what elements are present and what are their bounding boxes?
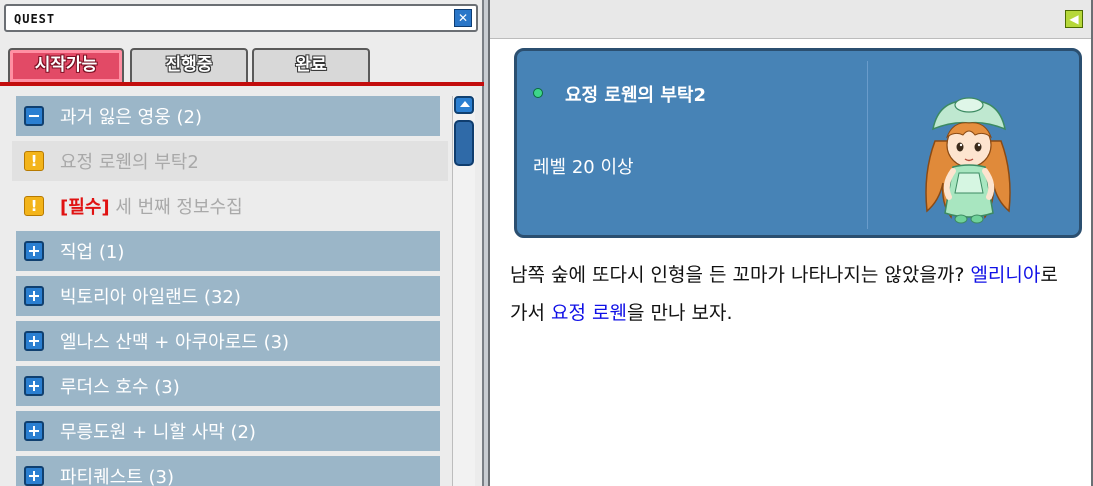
status-dot-icon <box>533 88 543 98</box>
collapse-icon[interactable] <box>24 106 44 126</box>
tab-underline <box>0 82 484 86</box>
description-text: 남쪽 숲에 또다시 인형을 든 꼬마가 나타나지는 않았을까? <box>510 264 971 286</box>
quest-window-titlebar[interactable]: QUEST ✕ <box>4 4 478 32</box>
expand-icon[interactable] <box>24 421 44 441</box>
category-label: 파티퀘스트 (3) <box>60 467 175 486</box>
quest-description: 남쪽 숲에 또다시 인형을 든 꼬마가 나타나지는 않았을까? 엘리니아로 가서… <box>510 256 1070 332</box>
tab-in-progress[interactable]: 진행중 <box>130 48 248 82</box>
scroll-up-icon[interactable] <box>454 96 474 114</box>
quest-detail-window: ◀ 요정 로웬의 부탁2 레벨 20 이상 남쪽 숲에 또다시 인형을 든 꼬마… <box>488 0 1093 486</box>
category-label: 과거 잃은 영웅 (2) <box>60 107 203 128</box>
category-label: 루더스 호수 (3) <box>60 377 180 398</box>
place-link[interactable]: 엘리니아 <box>970 264 1040 286</box>
detail-titlebar[interactable]: ◀ <box>490 0 1091 39</box>
category-row[interactable]: 엘나스 산맥 + 아쿠아로드 (3) <box>16 321 440 361</box>
expand-icon[interactable] <box>24 286 44 306</box>
tab-available[interactable]: 시작가능 <box>8 48 124 82</box>
category-row[interactable]: 직업 (1) <box>16 231 440 271</box>
quest-name: 세 번째 정보수집 <box>115 197 243 218</box>
exclamation-icon: ! <box>24 151 44 171</box>
category-row[interactable]: 빅토리아 아일랜드 (32) <box>16 276 440 316</box>
tab-completed[interactable]: 완료 <box>252 48 370 82</box>
category-row[interactable]: 무릉도원 + 니할 사막 (2) <box>16 411 440 451</box>
quest-row[interactable]: ! [필수] 세 번째 정보수집 <box>12 186 448 226</box>
quest-info-card: 요정 로웬의 부탁2 레벨 20 이상 <box>514 48 1082 238</box>
category-label: 엘나스 산맥 + 아쿠아로드 (3) <box>60 332 290 353</box>
category-label: 빅토리아 아일랜드 (32) <box>60 287 241 308</box>
close-icon[interactable]: ✕ <box>454 9 472 27</box>
category-label: 무릉도원 + 니할 사막 (2) <box>60 422 256 443</box>
quest-title: 요정 로웬의 부탁2 <box>565 85 706 106</box>
quest-label: 요정 로웬의 부탁2 <box>60 152 199 173</box>
quest-row-selected[interactable]: ! 요정 로웬의 부탁2 <box>12 141 448 181</box>
level-requirement: 레벨 20 이상 <box>533 157 634 178</box>
category-row[interactable]: 루더스 호수 (3) <box>16 366 440 406</box>
expand-icon[interactable] <box>24 241 44 261</box>
quest-list: 과거 잃은 영웅 (2) ! 요정 로웬의 부탁2 ! [필수] 세 번째 정보… <box>8 96 448 486</box>
exclamation-icon: ! <box>24 196 44 216</box>
quest-tabs: 시작가능 진행중 완료 <box>8 48 480 84</box>
expand-icon[interactable] <box>24 376 44 396</box>
window-title: QUEST <box>14 12 56 26</box>
card-divider <box>867 61 868 229</box>
expand-icon[interactable] <box>24 331 44 351</box>
list-scrollbar[interactable] <box>452 96 475 486</box>
quest-label: [필수] 세 번째 정보수집 <box>60 193 243 219</box>
category-label: 직업 (1) <box>60 242 125 263</box>
back-arrow-icon[interactable]: ◀ <box>1065 10 1083 28</box>
required-tag: [필수] <box>60 197 110 218</box>
quest-list-window: QUEST ✕ 시작가능 진행중 완료 과거 잃은 영웅 (2) ! 요정 로웬… <box>0 0 484 486</box>
npc-fairy-portrait <box>925 97 1011 224</box>
scroll-thumb[interactable] <box>454 120 474 166</box>
category-row[interactable]: 과거 잃은 영웅 (2) <box>16 96 440 136</box>
category-row[interactable]: 파티퀘스트 (3) <box>16 456 440 486</box>
expand-icon[interactable] <box>24 466 44 486</box>
description-text: 을 만나 보자. <box>626 302 733 324</box>
npc-link[interactable]: 요정 로웬 <box>551 302 627 324</box>
